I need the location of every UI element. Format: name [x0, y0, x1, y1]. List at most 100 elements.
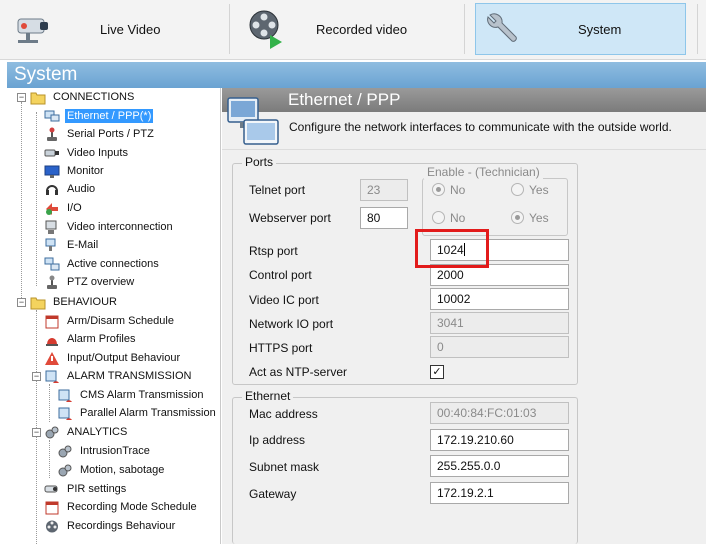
- page-header: Ethernet / PPP: [222, 88, 706, 112]
- tree-item-recordings-behaviour[interactable]: Recordings Behaviour: [44, 517, 177, 535]
- tree-item-cms-alarm-transmission[interactable]: CMS Alarm Transmission: [57, 386, 205, 404]
- network-io-port-field[interactable]: 3041: [430, 312, 569, 334]
- webserver-port-field[interactable]: 80: [360, 207, 408, 229]
- collapse-toggle[interactable]: −: [32, 372, 41, 381]
- settings-tree[interactable]: − CONNECTIONS Ethernet / PPP(*) Serial P…: [7, 88, 221, 544]
- webserver-port-label: Webserver port: [249, 211, 331, 225]
- tree-item-video-interconnection[interactable]: Video interconnection: [44, 218, 175, 236]
- tab-live-video[interactable]: Live Video: [4, 3, 224, 55]
- tree-item-arm-disarm-schedule[interactable]: Arm/Disarm Schedule: [44, 312, 176, 330]
- gears-icon: [58, 445, 72, 457]
- system-header: System: [7, 62, 706, 88]
- film-reel-icon: [46, 520, 58, 532]
- gateway-field[interactable]: 172.19.2.1: [430, 482, 569, 504]
- joystick-icon: [47, 275, 57, 289]
- tab-recorded-video[interactable]: Recorded video: [236, 3, 460, 55]
- alarm-tx-icon: [58, 407, 72, 420]
- tree-item-ethernet-ppp[interactable]: Ethernet / PPP(*): [44, 107, 154, 125]
- tree-item-serial-ports-ptz[interactable]: Serial Ports / PTZ: [44, 125, 156, 143]
- connections-icon: [44, 257, 60, 270]
- ip-address-field[interactable]: 172.19.210.60: [430, 429, 569, 451]
- tree-item-email[interactable]: E-Mail: [44, 236, 100, 254]
- alarm-icon: [46, 337, 58, 346]
- radio-no-label: No: [450, 211, 466, 225]
- telnet-enable-no-radio[interactable]: [432, 183, 445, 196]
- telnet-port-label: Telnet port: [249, 183, 306, 197]
- collapse-toggle[interactable]: −: [17, 93, 26, 102]
- wrench-icon: [487, 13, 517, 42]
- tree-item-io[interactable]: I/O: [44, 199, 84, 217]
- https-port-label: HTTPS port: [249, 341, 313, 355]
- network-computer-icon: [227, 97, 279, 145]
- folder-icon: [30, 297, 46, 309]
- top-navigation-bar: Live Video Recorded video System: [0, 0, 706, 60]
- tree-group-connections[interactable]: CONNECTIONS: [30, 88, 136, 106]
- tree-item-monitor[interactable]: Monitor: [44, 162, 106, 180]
- gateway-label: Gateway: [249, 487, 297, 501]
- tab-label: System: [578, 21, 622, 37]
- ntp-server-label: Act as NTP-server: [249, 365, 348, 379]
- video-ic-port-field[interactable]: 10002: [430, 288, 569, 310]
- tab-system[interactable]: System: [475, 3, 686, 55]
- pir-sensor-icon: [44, 485, 58, 492]
- tree-item-motion-sabotage[interactable]: Motion, sabotage: [57, 461, 166, 479]
- https-port-field[interactable]: 0: [430, 336, 569, 358]
- warning-icon: [45, 351, 59, 365]
- tree-item-input-output-behaviour[interactable]: Input/Output Behaviour: [44, 349, 182, 367]
- highlight-annotation: [415, 229, 489, 268]
- rtsp-port-label: Rtsp port: [249, 244, 298, 258]
- tree-group-alarm-transmission[interactable]: ALARM TRANSMISSION: [44, 367, 194, 385]
- ports-group-label: Ports: [242, 155, 277, 169]
- tree-item-video-inputs[interactable]: Video Inputs: [44, 144, 130, 162]
- radio-no-label: No: [450, 183, 466, 197]
- tree-item-parallel-alarm-transmission[interactable]: Parallel Alarm Transmission: [57, 404, 218, 422]
- collapse-toggle[interactable]: −: [17, 298, 26, 307]
- tree-item-audio[interactable]: Audio: [44, 180, 97, 198]
- subnet-mask-field[interactable]: 255.255.0.0: [430, 455, 569, 477]
- telnet-port-field[interactable]: 23: [360, 179, 408, 201]
- subnet-mask-label: Subnet mask: [249, 460, 320, 474]
- collapse-toggle[interactable]: −: [32, 428, 41, 437]
- tree-item-active-connections[interactable]: Active connections: [44, 255, 161, 273]
- ntp-server-checkbox[interactable]: ✓: [430, 365, 444, 379]
- security-camera-icon: [17, 18, 48, 43]
- headset-icon: [46, 184, 58, 195]
- tree-item-pir-settings[interactable]: PIR settings: [44, 480, 128, 498]
- page-description-bar: Configure the network interfaces to comm…: [222, 112, 706, 150]
- ethernet-group-label: Ethernet: [242, 389, 294, 403]
- network-computer-icon: [44, 110, 60, 121]
- tree-group-behaviour[interactable]: BEHAVIOUR: [30, 293, 119, 311]
- email-icon: [45, 238, 56, 251]
- video-ic-port-label: Video IC port: [249, 293, 319, 307]
- alarm-tx-icon: [45, 370, 59, 383]
- network-io-port-label: Network IO port: [249, 317, 334, 331]
- radio-yes-label: Yes: [529, 211, 549, 225]
- tree-item-recording-mode-schedule[interactable]: Recording Mode Schedule: [44, 498, 199, 516]
- monitor-icon: [44, 165, 60, 178]
- tab-label: Live Video: [100, 21, 161, 37]
- camera-icon: [44, 149, 59, 156]
- webserver-enable-no-radio[interactable]: [432, 211, 445, 224]
- gears-icon: [45, 426, 59, 438]
- video-link-icon: [45, 220, 57, 234]
- telnet-enable-yes-radio[interactable]: [511, 183, 524, 196]
- webserver-enable-yes-radio[interactable]: [511, 211, 524, 224]
- tree-item-ptz-overview[interactable]: PTZ overview: [44, 273, 136, 291]
- film-reel-play-icon: [249, 10, 282, 49]
- calendar-icon: [45, 501, 59, 514]
- gears-icon: [58, 464, 72, 476]
- alarm-tx-icon: [58, 389, 72, 402]
- tree-group-analytics[interactable]: ANALYTICS: [44, 423, 129, 441]
- tree-item-alarm-profiles[interactable]: Alarm Profiles: [44, 330, 137, 348]
- settings-content: Ports Enable - (Technician) Telnet port …: [222, 150, 706, 544]
- tree-item-intrusiontrace[interactable]: IntrusionTrace: [57, 442, 152, 460]
- mac-address-label: Mac address: [249, 407, 318, 421]
- joystick-icon: [47, 127, 57, 141]
- page-title: Ethernet / PPP: [288, 90, 401, 109]
- folder-icon: [30, 92, 46, 104]
- page-description: Configure the network interfaces to comm…: [289, 120, 672, 134]
- tab-label: Recorded video: [316, 21, 408, 37]
- mac-address-field[interactable]: 00:40:84:FC:01:03: [430, 402, 569, 424]
- enable-technician-label: Enable - (Technician): [424, 165, 543, 179]
- calendar-icon: [45, 315, 59, 328]
